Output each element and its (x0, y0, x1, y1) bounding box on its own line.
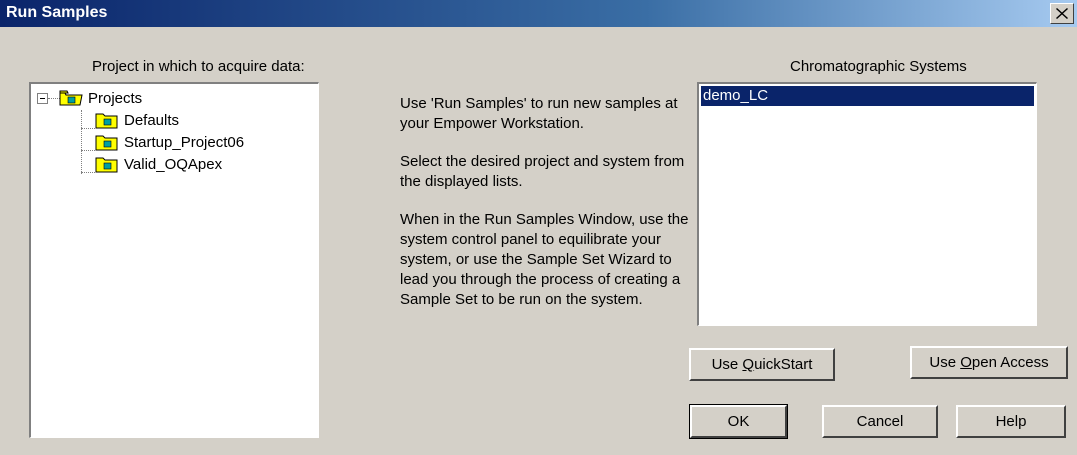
minus-icon (40, 98, 45, 99)
close-button[interactable] (1050, 3, 1074, 24)
use-quickstart-button[interactable]: Use QuickStart (689, 348, 835, 381)
tree-connector (81, 172, 95, 173)
tree-item-defaults[interactable]: Defaults (95, 109, 179, 131)
tree-item-label: Startup_Project06 (124, 133, 245, 151)
tree-connector (81, 110, 82, 174)
tree-item-label: Valid_OQApex (124, 155, 223, 173)
tree-connector (81, 150, 95, 151)
systems-panel-label: Chromatographic Systems (790, 58, 967, 75)
button-label: Use QuickStart (711, 356, 813, 373)
collapse-toggle[interactable] (37, 93, 48, 104)
tree-item-label: Defaults (124, 111, 180, 129)
tree-connector (81, 128, 95, 129)
description-paragraph-1: Use 'Run Samples' to run new samples at … (400, 95, 678, 132)
project-folder-icon (95, 113, 118, 129)
tree-item-startup-project06[interactable]: Startup_Project06 (95, 131, 244, 153)
list-item-selected[interactable]: demo_LC (701, 86, 1034, 106)
title-bar[interactable]: Run Samples (0, 0, 1077, 27)
window-title: Run Samples (6, 4, 108, 21)
tree-item-projects[interactable]: Projects (59, 87, 142, 109)
cancel-button[interactable]: Cancel (822, 405, 938, 438)
project-folder-icon (95, 157, 118, 173)
project-folder-icon (95, 135, 118, 151)
systems-list[interactable]: demo_LC (697, 82, 1037, 326)
project-tree[interactable]: Projects Defaults Startup_Project06 Vali… (29, 82, 319, 438)
run-samples-dialog: Run Samples Project in which to acquire … (0, 0, 1077, 455)
button-label: Use Open Access (929, 354, 1049, 371)
open-folder-icon (59, 90, 83, 106)
tree-item-valid-oqapex[interactable]: Valid_OQApex (95, 153, 222, 175)
description-paragraph-3: When in the Run Samples Window, use the … (400, 211, 689, 308)
tree-item-label: Projects (88, 89, 143, 107)
project-panel-label: Project in which to acquire data: (92, 58, 305, 75)
close-icon (1056, 8, 1068, 19)
help-button[interactable]: Help (956, 405, 1066, 438)
use-open-access-button[interactable]: Use Open Access (910, 346, 1068, 379)
description-paragraph-2: Select the desired project and system fr… (400, 153, 685, 190)
ok-button[interactable]: OK (689, 404, 788, 439)
